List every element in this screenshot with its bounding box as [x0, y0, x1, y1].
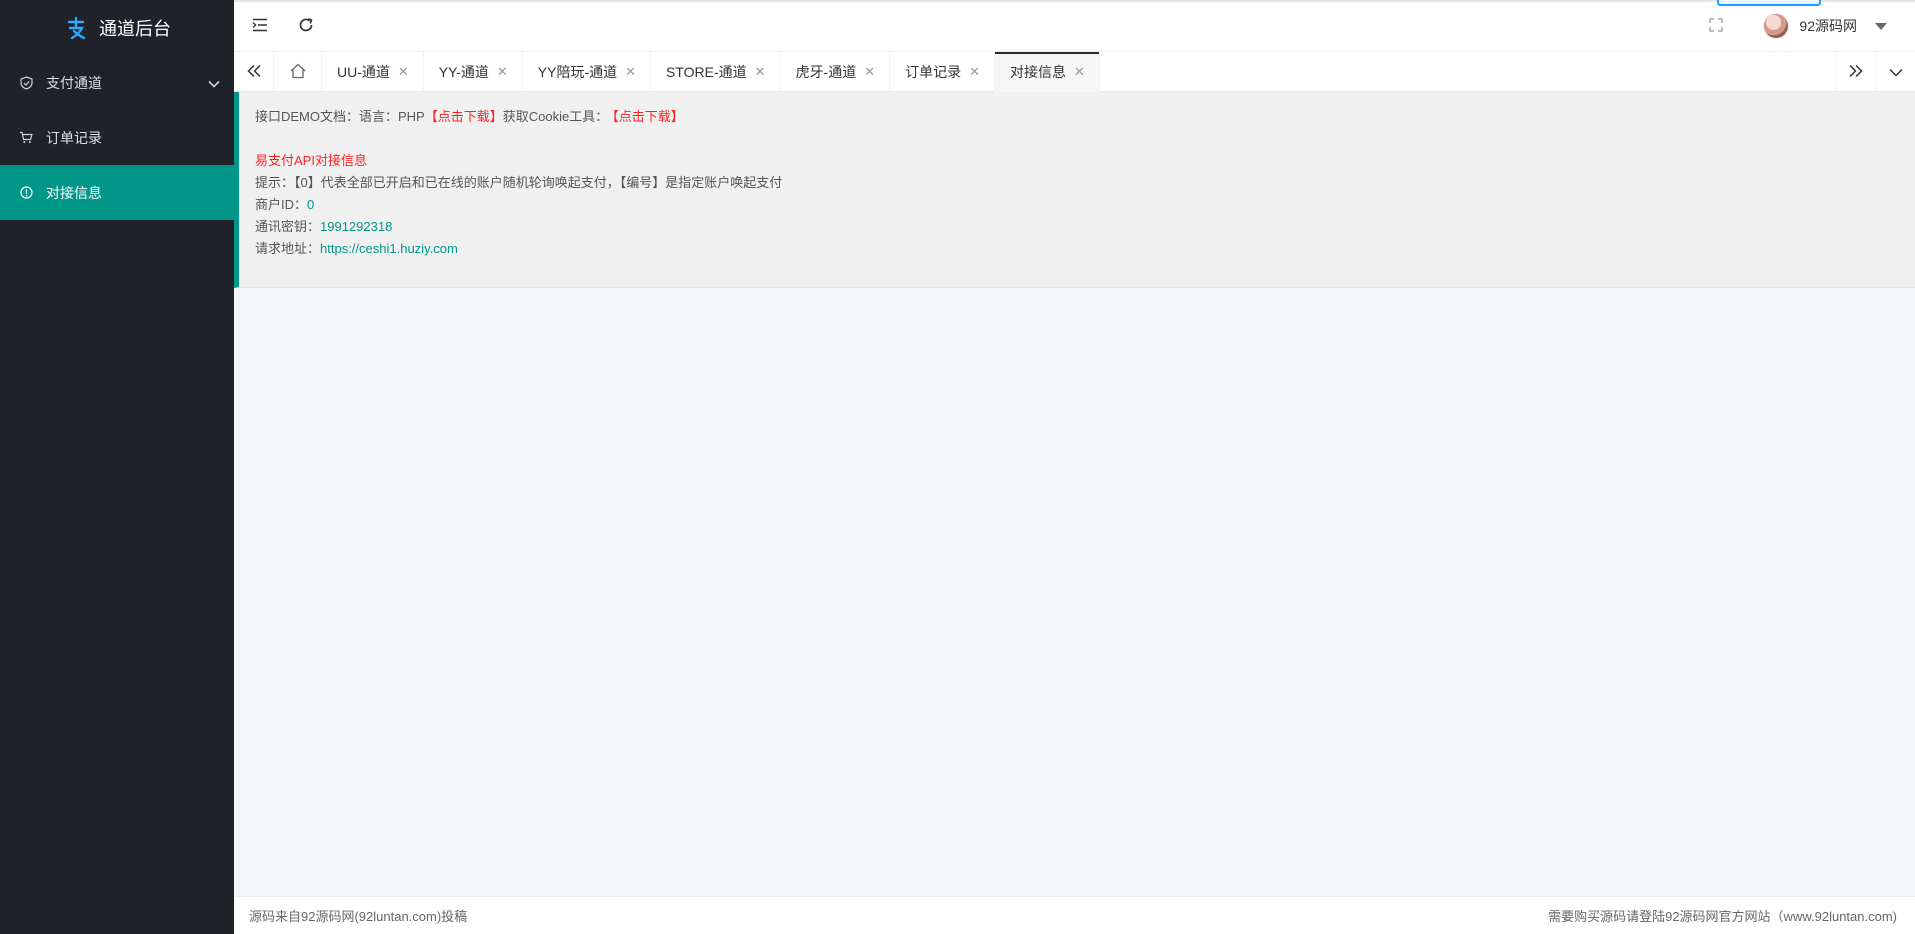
tab-bar: UU-通道 ✕ YY-通道 ✕ YY陪玩-通道 ✕ STORE-通道 ✕ 虎牙-… — [234, 52, 1915, 92]
close-icon[interactable]: ✕ — [398, 64, 409, 80]
tab-bar-spacer — [1100, 52, 1835, 91]
close-icon[interactable]: ✕ — [864, 64, 875, 80]
section-title: 易支付API对接信息 — [255, 153, 367, 168]
refresh-icon — [298, 17, 314, 36]
tab-uu-channel[interactable]: UU-通道 ✕ — [322, 52, 424, 92]
close-icon[interactable]: ✕ — [497, 64, 508, 80]
tab-label: 订单记录 — [905, 64, 962, 80]
cookie-tool-label: 获取Cookie工具： — [502, 109, 609, 124]
info-icon — [18, 185, 34, 201]
tabs-scroll-left-button[interactable] — [234, 52, 274, 92]
tab-label: 虎牙-通道 — [795, 64, 857, 80]
request-url-link[interactable]: https://ceshi1.huziy.com — [320, 241, 458, 256]
username: 92源码网 — [1799, 18, 1857, 34]
user-menu[interactable]: 92源码网 — [1763, 13, 1887, 39]
cookie-tool-download-link[interactable]: 【点击下载】 — [612, 109, 684, 124]
close-icon[interactable]: ✕ — [1074, 64, 1085, 80]
refresh-button[interactable] — [294, 14, 318, 38]
sidebar-item-label: 订单记录 — [46, 129, 102, 146]
fullscreen-button[interactable] — [1709, 17, 1724, 35]
sidebar-item-label: 对接信息 — [46, 184, 102, 201]
tab-yy-companion-channel[interactable]: YY陪玩-通道 ✕ — [523, 52, 652, 92]
chevron-down-icon — [1888, 64, 1903, 80]
header-right-tools: 92源码网 — [1709, 0, 1887, 52]
header-top-border — [234, 0, 1915, 2]
request-url-line: 请求地址：https://ceshi1.huziy.com — [255, 238, 1899, 260]
request-url-label: 请求地址： — [255, 241, 321, 256]
sidebar-item-label: 支付通道 — [46, 74, 102, 91]
footer: 源码来自92源码网(92luntan.com)投稿 需要购买源码请登陆92源码网… — [234, 896, 1915, 934]
sidebar-item-integration-info[interactable]: 对接信息 — [0, 165, 234, 220]
secret-key-value: 1991292318 — [320, 219, 393, 234]
cart-icon — [18, 130, 34, 146]
collapse-sidebar-button[interactable] — [248, 14, 272, 38]
hint-text: 提示：【0】代表全部已开启和已在线的账户随机轮询唤起支付，【编号】是指定账户唤起… — [255, 175, 783, 190]
tab-home[interactable] — [274, 52, 322, 92]
tab-label: UU-通道 — [337, 64, 390, 80]
avatar — [1763, 13, 1790, 39]
demo-doc-label: 接口DEMO文档：语言：PHP — [255, 109, 425, 124]
footer-right-text: 需要购买源码请登陆92源码网官方网站（www.92luntan.com) — [1548, 909, 1897, 924]
home-icon — [289, 63, 307, 82]
close-icon[interactable]: ✕ — [625, 64, 636, 80]
chevron-down-icon — [208, 75, 220, 91]
double-chevron-right-icon — [1848, 64, 1864, 81]
tab-order-records[interactable]: 订单记录 ✕ — [890, 52, 996, 92]
footer-left-text: 源码来自92源码网(92luntan.com)投稿 — [249, 909, 468, 924]
tab-store-channel[interactable]: STORE-通道 ✕ — [651, 52, 781, 92]
sidebar-item-pay-channel[interactable]: 支付通道 — [0, 55, 234, 110]
merchant-id-label: 商户ID： — [255, 197, 308, 212]
tabs-scroll-right-button[interactable] — [1835, 52, 1875, 92]
sidebar: 通道后台 支付通道 订单记录 对接信息 — [0, 0, 234, 934]
app-title: 通道后台 — [99, 18, 171, 39]
secret-key-line: 通讯密钥：1991292318 — [255, 216, 1899, 238]
tab-label: STORE-通道 — [666, 64, 747, 80]
alipay-logo-icon — [63, 15, 89, 41]
tab-label: YY陪玩-通道 — [537, 64, 618, 80]
shield-check-icon — [18, 75, 34, 91]
double-chevron-left-icon — [246, 64, 262, 81]
top-header: 92源码网 — [234, 0, 1915, 52]
tab-label: YY-通道 — [438, 64, 489, 80]
tab-label: 对接信息 — [1010, 64, 1067, 80]
secret-key-label: 通讯密钥： — [255, 219, 321, 234]
caret-down-icon — [1875, 22, 1887, 30]
menu-indent-icon — [252, 18, 268, 35]
fullscreen-icon — [1709, 17, 1724, 35]
php-demo-download-link[interactable]: 【点击下载】 — [425, 109, 503, 124]
integration-notice: 接口DEMO文档：语言：PHP【点击下载】获取Cookie工具： 【点击下载】 易… — [234, 92, 1915, 288]
demo-doc-line: 接口DEMO文档：语言：PHP【点击下载】获取Cookie工具： 【点击下载】 — [255, 106, 1899, 128]
tab-huya-channel[interactable]: 虎牙-通道 ✕ — [781, 52, 891, 92]
tab-integration-info[interactable]: 对接信息 ✕ — [995, 52, 1100, 92]
merchant-id-value: 0 — [307, 197, 315, 212]
tab-yy-channel[interactable]: YY-通道 ✕ — [424, 52, 523, 92]
logo[interactable]: 通道后台 — [0, 0, 234, 55]
sidebar-nav: 支付通道 订单记录 对接信息 — [0, 55, 234, 220]
main-content: 接口DEMO文档：语言：PHP【点击下载】获取Cookie工具： 【点击下载】 易… — [234, 92, 1915, 896]
merchant-id-line: 商户ID：0 — [255, 194, 1899, 216]
close-icon[interactable]: ✕ — [969, 64, 980, 80]
close-icon[interactable]: ✕ — [755, 64, 766, 80]
tabs-menu-button[interactable] — [1875, 52, 1915, 92]
sidebar-item-orders[interactable]: 订单记录 — [0, 110, 234, 165]
